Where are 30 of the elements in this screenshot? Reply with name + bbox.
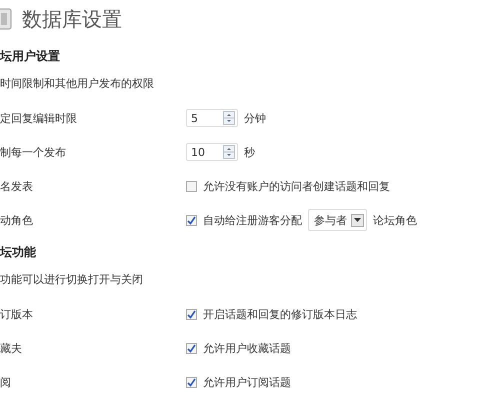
spinner-arrows-icon[interactable]: [223, 111, 235, 125]
checkbox[interactable]: [186, 342, 197, 354]
setting-label: 定回复编辑时限: [0, 110, 78, 126]
settings-page-icon: [0, 8, 12, 30]
checkbox[interactable]: [186, 214, 197, 226]
checkbox-label: 允许用户订阅话题: [203, 374, 291, 390]
setting-label: 名发表: [0, 178, 34, 194]
number-field[interactable]: 10: [186, 143, 238, 161]
checkbox-label: 自动给注册游客分配: [203, 212, 302, 228]
checkbox-label: 开启话题和回复的修订版本日志: [203, 306, 357, 322]
unit-label: 秒: [244, 144, 255, 160]
page-title: 数据库设置: [22, 6, 122, 32]
setting-label: 动角色: [0, 212, 34, 228]
number-field[interactable]: 5: [186, 109, 238, 127]
role-select[interactable]: 参与者: [308, 209, 367, 231]
suffix-label: 论坛角色: [373, 212, 417, 228]
section-description: 功能可以进行切换打开与关闭: [0, 272, 144, 286]
spinner-arrows-icon[interactable]: [223, 145, 235, 159]
checkbox[interactable]: [186, 376, 197, 388]
checkbox-label: 允许没有账户的访问者创建话题和回复: [203, 178, 390, 194]
setting-label: 制每一个发布: [0, 144, 67, 160]
checkbox[interactable]: [186, 308, 197, 320]
unit-label: 分钟: [244, 110, 266, 126]
setting-label: 藏夫: [0, 340, 23, 356]
setting-label: 阅: [0, 374, 12, 390]
setting-label: 订版本: [0, 306, 34, 322]
section-description: 时间限制和其他用户发布的权限: [0, 76, 155, 90]
caret-icon[interactable]: [351, 214, 364, 226]
checkbox-label: 允许用户收藏话题: [203, 340, 291, 356]
checkbox[interactable]: [186, 180, 197, 192]
